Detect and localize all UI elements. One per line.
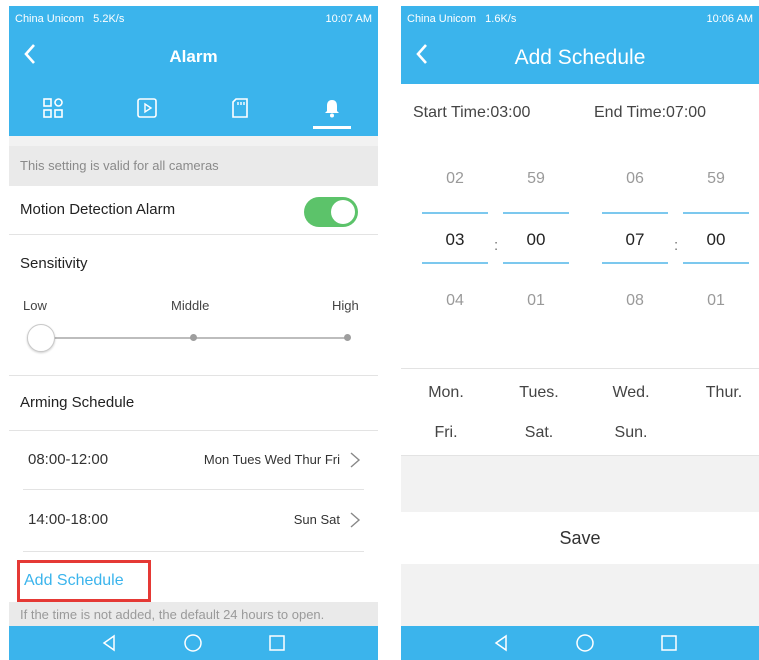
- day-wednesday[interactable]: Wed.: [601, 384, 661, 402]
- sensitivity-label: Sensitivity: [20, 255, 88, 272]
- day-selector: [401, 369, 759, 455]
- slider-stop-high[interactable]: [344, 334, 351, 341]
- start-hour-selected[interactable]: 03: [425, 230, 485, 250]
- nav-home-icon[interactable]: [181, 631, 205, 655]
- schedule-days: Mon Tues Wed Thur Fri: [203, 452, 340, 467]
- end-minute-selected[interactable]: 00: [686, 230, 746, 250]
- clock: 10:07 AM: [325, 13, 372, 25]
- bell-icon: [325, 100, 339, 118]
- picker-line: [602, 212, 668, 214]
- app-bar: Alarm: [9, 32, 378, 82]
- divider: [23, 489, 364, 490]
- start-time-separator: :: [494, 237, 499, 254]
- chevron-right-icon: [350, 512, 361, 528]
- page-title: Alarm: [169, 47, 218, 66]
- motion-detection-toggle[interactable]: [304, 197, 358, 227]
- tab-playback[interactable]: [127, 90, 167, 126]
- nav-recents-icon[interactable]: [657, 631, 681, 655]
- sensitivity-low-label: Low: [23, 298, 47, 313]
- chevron-right-icon: [350, 452, 361, 468]
- day-saturday[interactable]: Sat.: [509, 424, 569, 442]
- divider: [401, 455, 759, 456]
- status-bar: China Unicom 5.2K/s 10:07 AM: [9, 6, 378, 32]
- end-hour-next[interactable]: 08: [605, 292, 665, 310]
- system-nav-bar: [401, 626, 759, 660]
- page-title: Add Schedule: [514, 46, 646, 69]
- day-sunday[interactable]: Sun.: [601, 424, 661, 442]
- picker-line: [683, 212, 749, 214]
- time-picker-panel: [401, 84, 759, 368]
- sensitivity-slider-thumb[interactable]: [27, 324, 55, 352]
- nav-home-icon[interactable]: [573, 631, 597, 655]
- status-bar: China Unicom 1.6K/s 10:06 AM: [401, 6, 759, 32]
- start-minute-prev[interactable]: 59: [506, 170, 566, 188]
- picker-line: [602, 262, 668, 264]
- schedule-time: 08:00-12:00: [28, 451, 109, 468]
- schedule-time: 14:00-18:00: [28, 511, 109, 528]
- start-minute-next[interactable]: 01: [506, 292, 566, 310]
- slider-stop-middle[interactable]: [190, 334, 197, 341]
- arming-schedule-label: Arming Schedule: [20, 394, 135, 411]
- day-tuesday[interactable]: Tues.: [509, 384, 569, 402]
- start-hour-prev[interactable]: 02: [425, 170, 485, 188]
- network-speed: 5.2K/s: [93, 13, 125, 25]
- app-bar: Add Schedule: [401, 32, 759, 84]
- arming-schedule-header: Arming Schedule: [9, 376, 378, 430]
- end-hour-prev[interactable]: 06: [605, 170, 665, 188]
- start-time-label: Start Time:03:00: [413, 104, 531, 121]
- network-speed: 1.6K/s: [485, 13, 517, 25]
- carrier-label: China Unicom: [15, 13, 85, 25]
- picker-line: [503, 262, 569, 264]
- schedule-days: Sun Sat: [293, 512, 340, 527]
- day-friday[interactable]: Fri.: [416, 424, 476, 442]
- picker-line: [683, 262, 749, 264]
- end-hour-selected[interactable]: 07: [605, 230, 665, 250]
- picker-line: [422, 262, 488, 264]
- end-time-label: End Time:07:00: [594, 104, 707, 121]
- default-time-note: If the time is not added, the default 24…: [9, 602, 378, 628]
- nav-recents-icon[interactable]: [265, 631, 289, 655]
- day-thursday[interactable]: Thur.: [694, 384, 754, 402]
- tab-devices[interactable]: [33, 90, 73, 126]
- schedule-row[interactable]: 14:00-18:00 Sun Sat: [23, 491, 364, 549]
- tab-storage[interactable]: [220, 90, 260, 126]
- start-hour-next[interactable]: 04: [425, 292, 485, 310]
- settings-hint: This setting is valid for all cameras: [9, 146, 378, 186]
- active-tab-indicator: [313, 126, 351, 129]
- schedule-row[interactable]: 08:00-12:00 Mon Tues Wed Thur Fri: [23, 431, 364, 489]
- save-button[interactable]: Save: [401, 512, 759, 564]
- system-nav-bar: [9, 626, 378, 660]
- nav-back-icon[interactable]: [489, 631, 513, 655]
- alarm-screen: China Unicom 5.2K/s 10:07 AM Alarm This …: [9, 6, 378, 660]
- device-grid-icon: [43, 98, 63, 118]
- carrier-label: China Unicom: [407, 13, 477, 25]
- start-minute-selected[interactable]: 00: [506, 230, 566, 250]
- sensitivity-high-label: High: [332, 298, 359, 313]
- clock: 10:06 AM: [706, 13, 753, 25]
- toggle-knob: [331, 200, 355, 224]
- tab-alarm[interactable]: [312, 90, 352, 126]
- picker-line: [503, 212, 569, 214]
- sensitivity-middle-label: Middle: [171, 298, 210, 313]
- sd-card-icon: [232, 98, 248, 118]
- add-schedule-screen: China Unicom 1.6K/s 10:06 AM Add Schedul…: [401, 6, 759, 660]
- play-icon: [137, 98, 157, 118]
- nav-back-icon[interactable]: [97, 631, 121, 655]
- end-minute-next[interactable]: 01: [686, 292, 746, 310]
- picker-line: [422, 212, 488, 214]
- motion-detection-label: Motion Detection Alarm: [20, 201, 176, 218]
- day-monday[interactable]: Mon.: [416, 384, 476, 402]
- end-minute-prev[interactable]: 59: [686, 170, 746, 188]
- add-schedule-link[interactable]: Add Schedule: [17, 560, 151, 602]
- end-time-separator: :: [674, 237, 679, 254]
